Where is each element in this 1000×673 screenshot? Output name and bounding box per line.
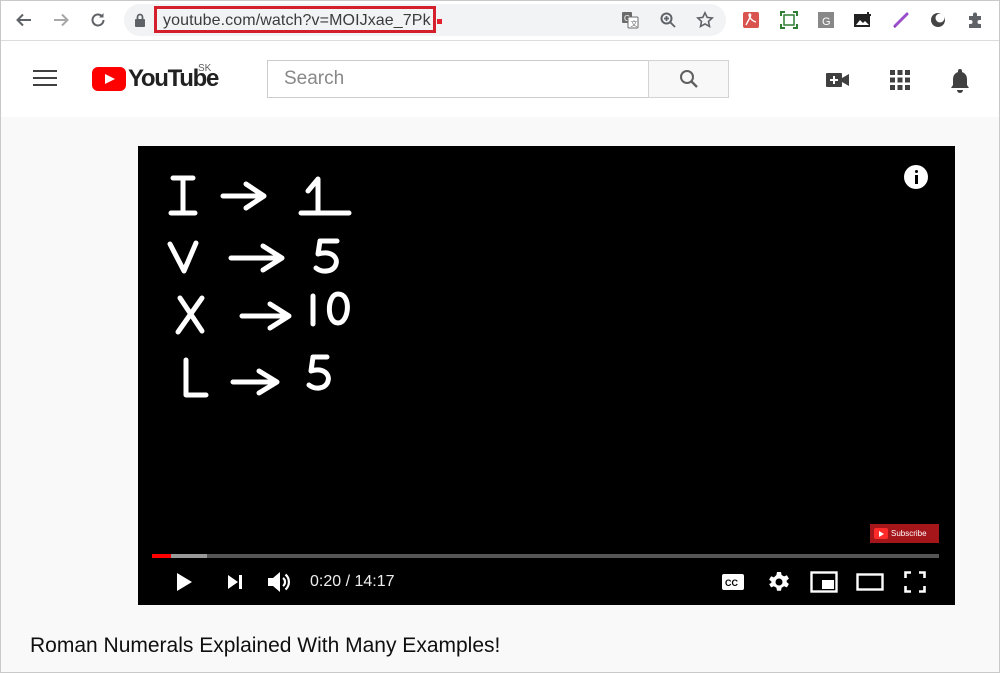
progress-bar[interactable]	[152, 554, 939, 558]
image-extension-icon[interactable]	[853, 10, 873, 30]
svg-text:CC: CC	[725, 578, 738, 588]
search-field[interactable]	[267, 60, 649, 98]
board-numeral-i	[168, 175, 198, 216]
back-arrow-icon[interactable]	[12, 8, 36, 32]
extensions-puzzle-icon[interactable]	[965, 10, 985, 30]
create-video-icon[interactable]	[824, 67, 852, 93]
youtube-play-logo-icon	[92, 67, 126, 91]
play-icon[interactable]	[172, 569, 196, 595]
fullscreen-icon[interactable]	[902, 569, 928, 595]
theater-mode-icon[interactable]	[856, 569, 884, 595]
screenshot-extension-icon[interactable]	[779, 10, 799, 30]
board-arrow-1	[220, 181, 267, 211]
hamburger-menu-icon[interactable]	[33, 70, 57, 88]
search-button[interactable]	[648, 60, 729, 98]
volume-icon[interactable]	[266, 569, 294, 595]
search-icon	[679, 70, 698, 88]
translate-icon[interactable]: G文	[620, 10, 640, 30]
video-title: Roman Numerals Explained With Many Examp…	[30, 634, 501, 657]
url-highlight-box: youtube.com/watch?v=MOIJxae_7Pk	[154, 6, 436, 33]
zoom-icon[interactable]	[658, 10, 678, 30]
pdf-extension-icon[interactable]	[741, 10, 761, 30]
time-display: 0:20 / 14:17	[310, 573, 395, 590]
forward-arrow-icon[interactable]	[49, 8, 73, 32]
svg-text:文: 文	[631, 19, 638, 28]
reload-icon[interactable]	[86, 8, 110, 32]
recording-indicator-dot	[437, 19, 442, 24]
board-numeral-l	[183, 357, 209, 398]
next-icon[interactable]	[223, 569, 247, 595]
pen-extension-icon[interactable]	[891, 10, 911, 30]
progress-played	[152, 554, 171, 558]
board-arrow-4	[230, 368, 280, 396]
browser-toolbar: youtube.com/watch?v=MOIJxae_7Pk G文 G	[0, 0, 1000, 41]
subscribe-logo-icon	[874, 528, 888, 539]
notifications-bell-icon[interactable]	[946, 67, 974, 93]
info-icon[interactable]	[904, 165, 928, 189]
board-value-5b	[306, 354, 331, 391]
apps-grid-icon[interactable]	[886, 67, 914, 93]
subscribe-label: Subscribe	[891, 529, 927, 538]
search-input[interactable]	[268, 61, 649, 97]
grammar-extension-icon[interactable]: G	[816, 10, 836, 30]
board-value-10-zero	[326, 291, 350, 326]
address-bar[interactable]: youtube.com/watch?v=MOIJxae_7Pk G文	[124, 4, 726, 36]
video-player[interactable]: Subscribe 0:20 / 14:17 CC	[138, 146, 955, 605]
subscribe-watermark[interactable]: Subscribe	[870, 524, 939, 543]
youtube-logo[interactable]: YouTube SK	[92, 63, 219, 93]
youtube-header: YouTube SK	[0, 41, 1000, 117]
circle-extension-icon[interactable]	[928, 10, 948, 30]
url-text[interactable]: youtube.com/watch?v=MOIJxae_7Pk	[163, 12, 431, 30]
settings-gear-icon[interactable]	[766, 569, 792, 595]
svg-text:G: G	[822, 16, 831, 28]
captions-icon[interactable]: CC	[720, 569, 746, 595]
board-arrow-2	[228, 243, 285, 273]
board-value-5a	[313, 238, 340, 274]
board-numeral-x	[175, 295, 205, 335]
board-numeral-v	[167, 240, 199, 274]
miniplayer-icon[interactable]	[810, 569, 838, 595]
board-value-1	[298, 176, 352, 216]
lock-icon	[134, 13, 148, 27]
region-code: SK	[198, 63, 212, 74]
board-arrow-3	[239, 301, 292, 331]
bookmark-star-icon[interactable]	[695, 10, 715, 30]
video-frame-chalkboard	[167, 175, 352, 398]
